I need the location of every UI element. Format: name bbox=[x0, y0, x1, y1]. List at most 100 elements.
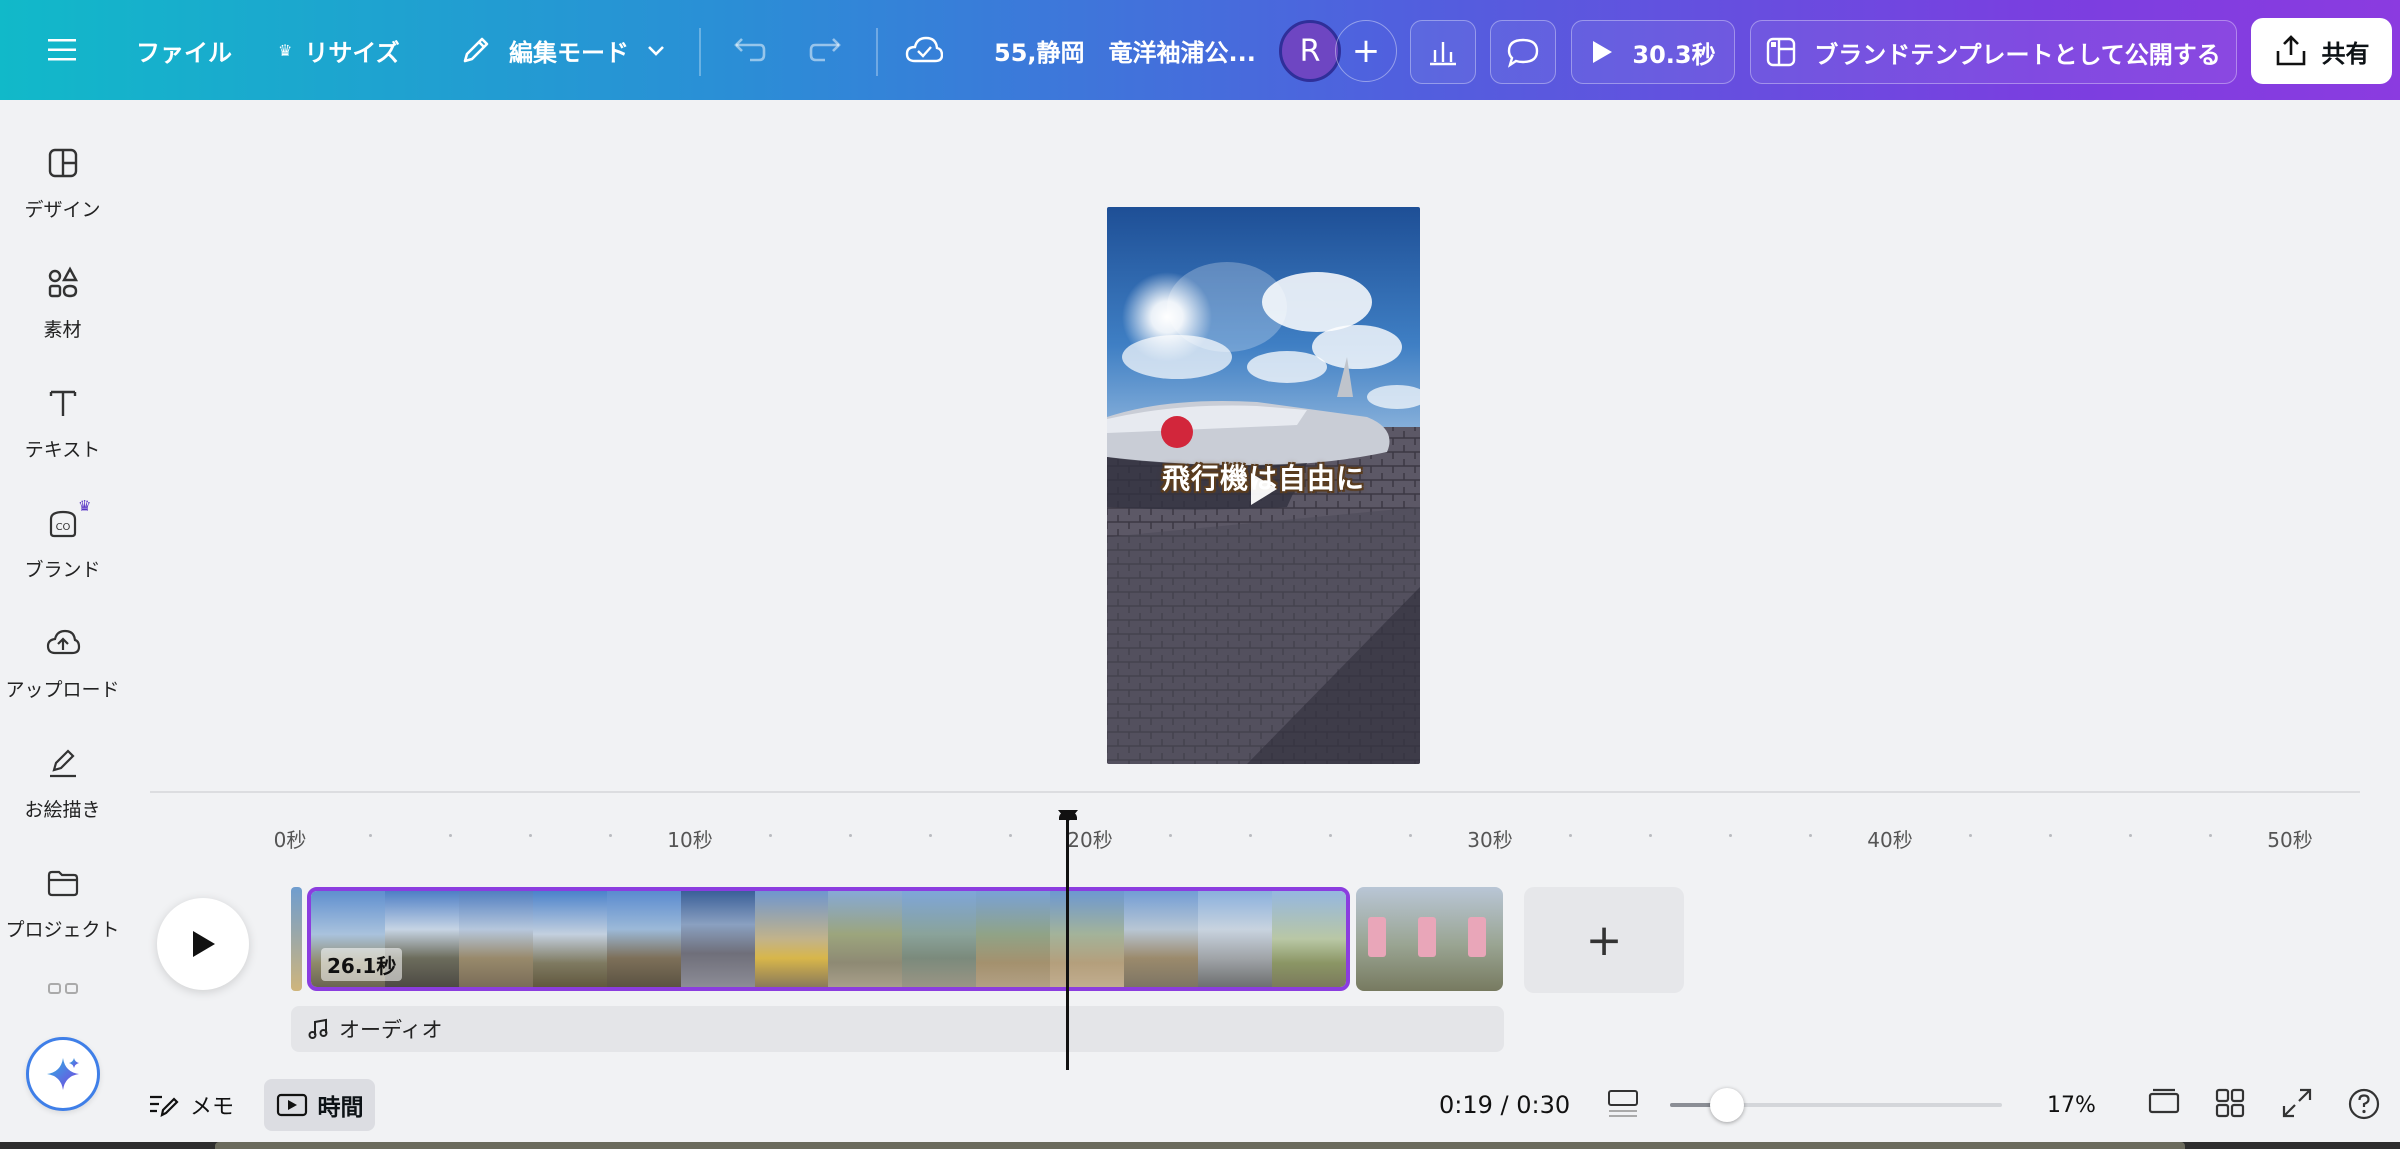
dock-edge bbox=[215, 1142, 2185, 1149]
expand-icon bbox=[2282, 1088, 2312, 1118]
menu-button[interactable] bbox=[48, 0, 78, 100]
undo-button[interactable] bbox=[730, 0, 768, 100]
ruler-label: 0秒 bbox=[273, 828, 307, 852]
ruler-label: 40秒 bbox=[1867, 828, 1913, 852]
sidebar-item-projects[interactable]: プロジェクト bbox=[0, 853, 125, 963]
sidebar-item-text[interactable]: テキスト bbox=[0, 373, 125, 483]
play-duration: 30.3秒 bbox=[1632, 40, 1716, 69]
pages-icon bbox=[2148, 1088, 2180, 1114]
sidebar-item-draw[interactable]: お絵描き bbox=[0, 733, 125, 843]
avatar[interactable]: R bbox=[1279, 20, 1341, 82]
hamburger-icon bbox=[48, 39, 76, 61]
canvas-preview[interactable]: 飛行機は自由に bbox=[1107, 207, 1420, 764]
ruler-minor-tick bbox=[1169, 834, 1172, 837]
clip-leading-sliver[interactable] bbox=[291, 887, 302, 991]
timeline-play-button[interactable] bbox=[157, 898, 249, 990]
fullscreen-button[interactable] bbox=[2281, 1087, 2313, 1119]
project-title[interactable]: 55,静岡 竜洋袖浦公... bbox=[994, 0, 1256, 100]
play-icon bbox=[193, 931, 215, 957]
clip-frame bbox=[1050, 891, 1125, 987]
redo-button[interactable] bbox=[807, 0, 845, 100]
ruler-minor-tick bbox=[1969, 834, 1972, 837]
sidebar-item-label: アップロード bbox=[5, 679, 120, 701]
ruler-minor-tick bbox=[1809, 834, 1812, 837]
page-view-icon bbox=[1608, 1090, 1638, 1117]
share-button[interactable]: 共有 bbox=[2251, 18, 2392, 84]
sidebar: デザイン 素材 テキスト CO ♛ ブランド アップロード お絵描き プロジェク… bbox=[0, 100, 125, 1149]
grid-view-button[interactable] bbox=[2214, 1087, 2246, 1119]
video-timer-icon bbox=[276, 1093, 307, 1117]
add-page-button[interactable]: + bbox=[1524, 887, 1684, 993]
edit-mode-label: 編集モード bbox=[509, 38, 629, 67]
ruler-minor-tick bbox=[1569, 834, 1572, 837]
ruler-minor-tick bbox=[2049, 834, 2052, 837]
music-note-icon bbox=[308, 1018, 328, 1039]
comment-button[interactable] bbox=[1490, 20, 1556, 84]
sidebar-item-label: デザイン bbox=[24, 199, 101, 221]
ruler-minor-tick bbox=[1649, 834, 1652, 837]
zoom-slider-thumb[interactable] bbox=[1710, 1088, 1744, 1122]
sidebar-item-design[interactable]: デザイン bbox=[0, 133, 125, 243]
svg-text:CO: CO bbox=[55, 522, 70, 533]
top-toolbar: ファイル ♛ リサイズ 編集モード 55,静岡 竜洋袖浦公... R + 30.… bbox=[0, 0, 2400, 100]
playhead[interactable] bbox=[1066, 814, 1069, 1070]
bar-chart-icon bbox=[1430, 42, 1456, 66]
grid-icon bbox=[2215, 1088, 2245, 1118]
ruler-minor-tick bbox=[1409, 834, 1412, 837]
add-collaborator-button[interactable]: + bbox=[1335, 20, 1397, 82]
page-thumbnails-toggle[interactable] bbox=[1606, 1088, 1640, 1120]
share-upload-icon bbox=[2276, 35, 2305, 66]
publish-brand-template-button[interactable]: ブランドテンプレートとして公開する bbox=[1750, 20, 2237, 84]
magic-assistant-button[interactable] bbox=[26, 1037, 100, 1111]
notes-button[interactable]: メモ bbox=[148, 1079, 234, 1131]
insights-button[interactable] bbox=[1410, 20, 1476, 84]
clip-thumbnail-figure bbox=[1368, 917, 1386, 957]
resize-button[interactable]: ♛ リサイズ bbox=[278, 0, 400, 100]
design-layout-icon bbox=[48, 148, 77, 178]
sidebar-item-brand[interactable]: CO ♛ ブランド bbox=[0, 493, 125, 603]
clip-frame bbox=[902, 891, 977, 987]
timeline-divider bbox=[150, 791, 2360, 793]
ruler-label: 20秒 bbox=[1067, 828, 1113, 852]
clip-frame bbox=[680, 891, 755, 987]
ruler-minor-tick bbox=[529, 834, 532, 837]
sidebar-item-uploads[interactable]: アップロード bbox=[0, 613, 125, 723]
ruler-minor-tick bbox=[769, 834, 772, 837]
play-preview-button[interactable]: 30.3秒 bbox=[1571, 20, 1735, 84]
pencil-icon bbox=[463, 37, 489, 63]
zoom-level[interactable]: 17% bbox=[2047, 1079, 2096, 1131]
zoom-level-text: 17% bbox=[2047, 1092, 2096, 1118]
timer-button[interactable]: 時間 bbox=[264, 1079, 375, 1131]
folder-icon bbox=[47, 870, 78, 897]
save-status-button[interactable] bbox=[905, 0, 943, 100]
elements-icon bbox=[48, 266, 78, 298]
ruler-minor-tick bbox=[1329, 834, 1332, 837]
template-icon bbox=[1767, 37, 1796, 67]
text-icon bbox=[49, 390, 76, 416]
sidebar-item-elements[interactable]: 素材 bbox=[0, 253, 125, 363]
chevron-down-icon bbox=[648, 46, 664, 56]
audio-label: オーディオ bbox=[339, 1018, 443, 1042]
apps-icon[interactable] bbox=[47, 980, 79, 1002]
notes-pen-icon bbox=[150, 1095, 179, 1117]
video-clip[interactable] bbox=[1356, 887, 1503, 991]
sidebar-item-label: 素材 bbox=[43, 319, 82, 341]
audio-track[interactable]: オーディオ bbox=[291, 1006, 1504, 1052]
video-clip-selected[interactable]: 26.1秒 bbox=[307, 887, 1350, 991]
ruler-minor-tick bbox=[849, 834, 852, 837]
play-overlay-icon[interactable] bbox=[1245, 469, 1281, 509]
file-menu[interactable]: ファイル bbox=[136, 0, 232, 100]
clip-thumbnail-figure bbox=[1468, 917, 1486, 957]
clip-duration: 26.1秒 bbox=[321, 948, 403, 981]
edit-mode-dropdown[interactable]: 編集モード bbox=[459, 0, 667, 100]
help-button[interactable] bbox=[2347, 1087, 2381, 1121]
toolbar-divider bbox=[699, 28, 701, 76]
clip-frame bbox=[828, 891, 903, 987]
notes-label: メモ bbox=[190, 1095, 235, 1120]
ruler-minor-tick bbox=[1009, 834, 1012, 837]
ruler-label: 50秒 bbox=[2267, 828, 2313, 852]
pages-view-button[interactable] bbox=[2147, 1087, 2181, 1117]
sidebar-item-label: お絵描き bbox=[24, 799, 101, 821]
publish-template-label: ブランドテンプレートとして公開する bbox=[1814, 40, 2221, 69]
crown-icon: ♛ bbox=[278, 40, 293, 60]
